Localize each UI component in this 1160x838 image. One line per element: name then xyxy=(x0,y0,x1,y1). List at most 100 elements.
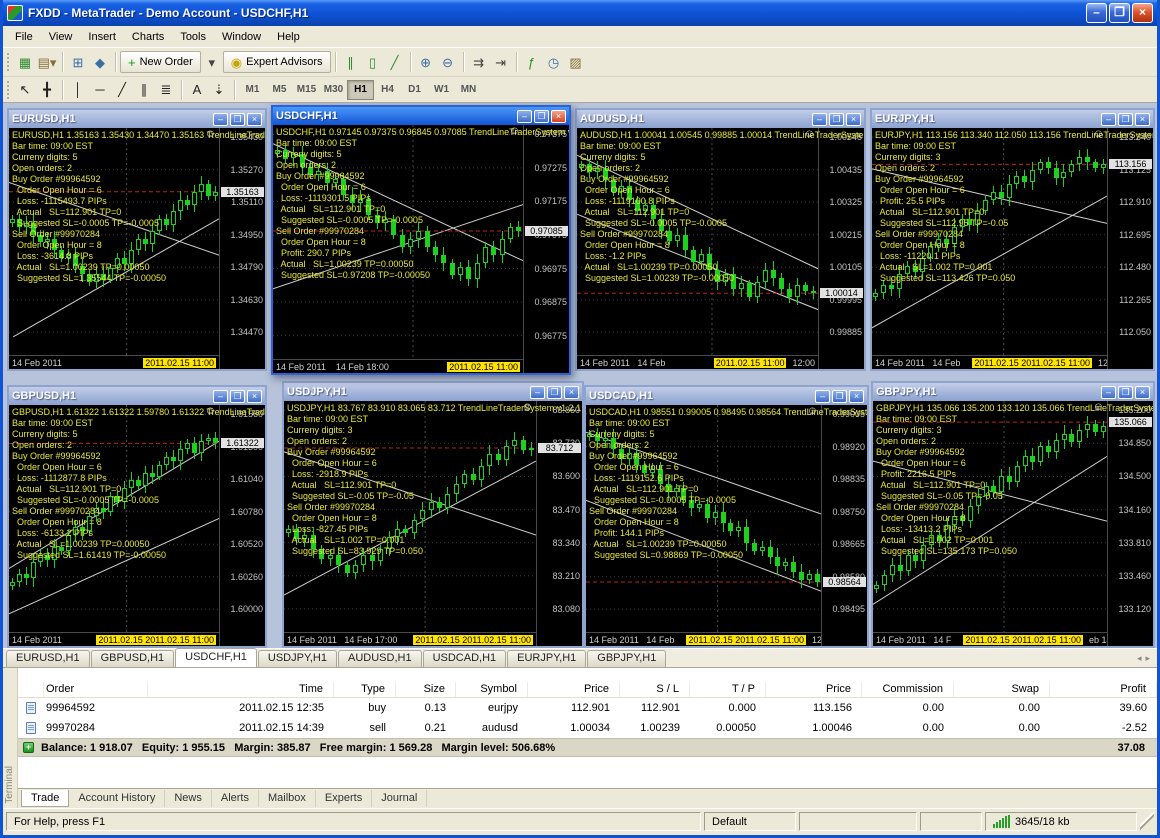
chart-tab-usdjpy[interactable]: USDJPY,H1 xyxy=(258,650,337,667)
menu-charts[interactable]: Charts xyxy=(124,28,172,46)
chart-plot-area[interactable]: USDCHF,H1 0.97145 0.97375 0.96845 0.9708… xyxy=(273,125,523,373)
tab-scroll-left-icon[interactable]: ◂ xyxy=(1137,653,1142,664)
chart-maximize-button[interactable]: ❐ xyxy=(230,113,245,126)
order-row[interactable]: 999645922011.02.15 12:35buy0.13eurjpy112… xyxy=(18,698,1157,718)
terminal-tab-alerts[interactable]: Alerts xyxy=(212,790,259,807)
chart-minimize-button[interactable]: – xyxy=(517,110,532,123)
chart-minimize-button[interactable]: – xyxy=(812,113,827,126)
chart-title-bar[interactable]: GBPJPY,H1–❐× xyxy=(873,383,1153,401)
maximize-button[interactable]: ❐ xyxy=(1109,3,1130,23)
line-chart-icon[interactable]: ╱ xyxy=(384,51,406,73)
chart-plot-area[interactable]: EURJPY,H1 113.156 113.340 112.050 113.15… xyxy=(872,128,1107,369)
menu-view[interactable]: View xyxy=(41,28,81,46)
terminal-tab-account-history[interactable]: Account History xyxy=(69,790,165,807)
cursor-icon[interactable]: ↖ xyxy=(14,79,36,101)
chart-maximize-button[interactable]: ❐ xyxy=(547,386,562,399)
timeframe-m1[interactable]: M1 xyxy=(239,80,266,100)
toolbar-grip[interactable] xyxy=(7,81,10,99)
candlestick-chart-icon[interactable]: ▯ xyxy=(362,51,384,73)
column-header-size[interactable]: Size xyxy=(396,682,456,697)
navigator-icon[interactable]: ◆ xyxy=(89,51,111,73)
chart-tab-usdchf[interactable]: USDCHF,H1 xyxy=(175,648,257,667)
chart-plot-area[interactable]: GBPJPY,H1 135.066 135.200 133.120 135.06… xyxy=(873,401,1107,646)
minimize-button[interactable]: – xyxy=(1086,3,1107,23)
new-order-button[interactable]: +New Order xyxy=(120,51,201,73)
toolbar-grip[interactable] xyxy=(7,53,10,71)
time-axis[interactable]: 14 Feb 20112011.02.15 11:00 xyxy=(9,355,219,369)
chart-title-bar[interactable]: EURJPY,H1–❐× xyxy=(872,110,1153,128)
timeframe-mn[interactable]: MN xyxy=(455,80,482,100)
chart-minimize-button[interactable]: – xyxy=(1101,386,1116,399)
chart-maximize-button[interactable]: ❐ xyxy=(829,113,844,126)
time-axis[interactable]: 14 Feb 2011 14 Feb2011.02.15 2011.02.15 … xyxy=(872,355,1107,369)
column-header-time[interactable]: Time xyxy=(148,682,334,697)
chart-title-bar[interactable]: USDCHF,H1–❐× xyxy=(273,107,569,125)
chart-maximize-button[interactable]: ❐ xyxy=(1118,386,1133,399)
time-axis[interactable]: 14 Feb 2011 14 Feb2011.02.15 11:0012:00 xyxy=(577,355,818,369)
expert-advisors-button[interactable]: ◉Expert Advisors xyxy=(223,51,331,73)
chart-maximize-button[interactable]: ❐ xyxy=(832,390,847,403)
chart-minimize-button[interactable]: – xyxy=(213,113,228,126)
crosshair-icon[interactable]: ╋ xyxy=(36,79,58,101)
chart-tab-usdcad[interactable]: USDCAD,H1 xyxy=(423,650,507,667)
chart-maximize-button[interactable]: ❐ xyxy=(230,390,245,403)
new-order-dropdown-icon[interactable]: ▾ xyxy=(201,51,223,73)
chart-close-button[interactable]: × xyxy=(247,390,262,403)
menu-window[interactable]: Window xyxy=(214,28,269,46)
status-profile[interactable]: Default xyxy=(704,812,796,831)
zoom-out-icon[interactable]: ⊖ xyxy=(437,51,459,73)
column-header-sl[interactable]: S / L xyxy=(620,682,690,697)
chart-minimize-button[interactable]: – xyxy=(213,390,228,403)
profiles-icon[interactable]: ▤▾ xyxy=(36,51,58,73)
terminal-tab-journal[interactable]: Journal xyxy=(372,790,427,807)
time-axis[interactable]: 14 Feb 20112011.02.15 2011.02.15 11:00 xyxy=(9,632,219,646)
chart-title-bar[interactable]: USDJPY,H1–❐× xyxy=(284,383,582,401)
column-header-swap[interactable]: Swap xyxy=(954,682,1050,697)
close-button[interactable]: × xyxy=(1132,3,1153,23)
chart-close-button[interactable]: × xyxy=(551,110,566,123)
new-chart-icon[interactable]: ▦ xyxy=(14,51,36,73)
chart-maximize-button[interactable]: ❐ xyxy=(1118,113,1133,126)
timeframe-m5[interactable]: M5 xyxy=(266,80,293,100)
indicators-icon[interactable]: ƒ xyxy=(521,51,543,73)
terminal-tab-trade[interactable]: Trade xyxy=(21,790,69,807)
chart-plot-area[interactable]: AUDUSD,H1 1.00041 1.00545 0.99885 1.0001… xyxy=(577,128,818,369)
time-axis[interactable]: 14 Feb 2011 14 F2011.02.15 2011.02.15 11… xyxy=(873,632,1107,646)
chart-window-gbpusd[interactable]: GBPUSD,H1–❐×GBPUSD,H1 1.61322 1.61322 1.… xyxy=(7,385,267,648)
timeframe-w1[interactable]: W1 xyxy=(428,80,455,100)
zoom-in-icon[interactable]: ⊕ xyxy=(415,51,437,73)
chart-close-button[interactable]: × xyxy=(1135,113,1150,126)
resize-grip[interactable] xyxy=(1140,812,1154,831)
chart-close-button[interactable]: × xyxy=(247,113,262,126)
timeframe-h4[interactable]: H4 xyxy=(374,80,401,100)
templates-icon[interactable]: ▨ xyxy=(565,51,587,73)
time-axis[interactable]: 14 Feb 2011 14 Feb2011.02.15 2011.02.15 … xyxy=(586,632,821,646)
time-axis[interactable]: 14 Feb 2011 14 Feb 18:002011.02.15 11:00 xyxy=(273,359,523,373)
chart-close-button[interactable]: × xyxy=(564,386,579,399)
column-header-price[interactable]: Price xyxy=(528,682,620,697)
menu-insert[interactable]: Insert xyxy=(80,28,124,46)
menu-help[interactable]: Help xyxy=(269,28,308,46)
chart-window-usdjpy[interactable]: USDJPY,H1–❐×USDJPY,H1 83.767 83.910 83.0… xyxy=(282,381,584,648)
chart-tab-gbpusd[interactable]: GBPUSD,H1 xyxy=(91,650,175,667)
chart-tab-audusd[interactable]: AUDUSD,H1 xyxy=(338,650,422,667)
chart-minimize-button[interactable]: – xyxy=(815,390,830,403)
chart-title-bar[interactable]: AUDUSD,H1–❐× xyxy=(577,110,864,128)
chart-window-usdcad[interactable]: USDCAD,H1–❐×USDCAD,H1 0.98551 0.99005 0.… xyxy=(584,385,869,648)
horizontal-line-icon[interactable]: ─ xyxy=(89,79,111,101)
timeframe-m15[interactable]: M15 xyxy=(293,80,320,100)
column-header-order[interactable]: Order xyxy=(44,682,148,697)
periods-icon[interactable]: ◷ xyxy=(543,51,565,73)
chart-plot-area[interactable]: GBPUSD,H1 1.61322 1.61322 1.59780 1.6132… xyxy=(9,405,219,646)
column-header-symbol[interactable]: Symbol xyxy=(456,682,528,697)
column-header-profit[interactable]: Profit xyxy=(1050,682,1157,697)
text-icon[interactable]: A xyxy=(186,79,208,101)
timeframe-d1[interactable]: D1 xyxy=(401,80,428,100)
chart-minimize-button[interactable]: – xyxy=(530,386,545,399)
chart-window-eurusd[interactable]: EURUSD,H1–❐×EURUSD,H1 1.35163 1.35430 1.… xyxy=(7,108,267,371)
chart-title-bar[interactable]: USDCAD,H1–❐× xyxy=(586,387,867,405)
menu-file[interactable]: File xyxy=(7,28,41,46)
vertical-line-icon[interactable]: │ xyxy=(67,79,89,101)
chart-window-usdchf[interactable]: USDCHF,H1–❐×USDCHF,H1 0.97145 0.97375 0.… xyxy=(271,105,571,375)
chart-window-audusd[interactable]: AUDUSD,H1–❐×AUDUSD,H1 1.00041 1.00545 0.… xyxy=(575,108,866,371)
